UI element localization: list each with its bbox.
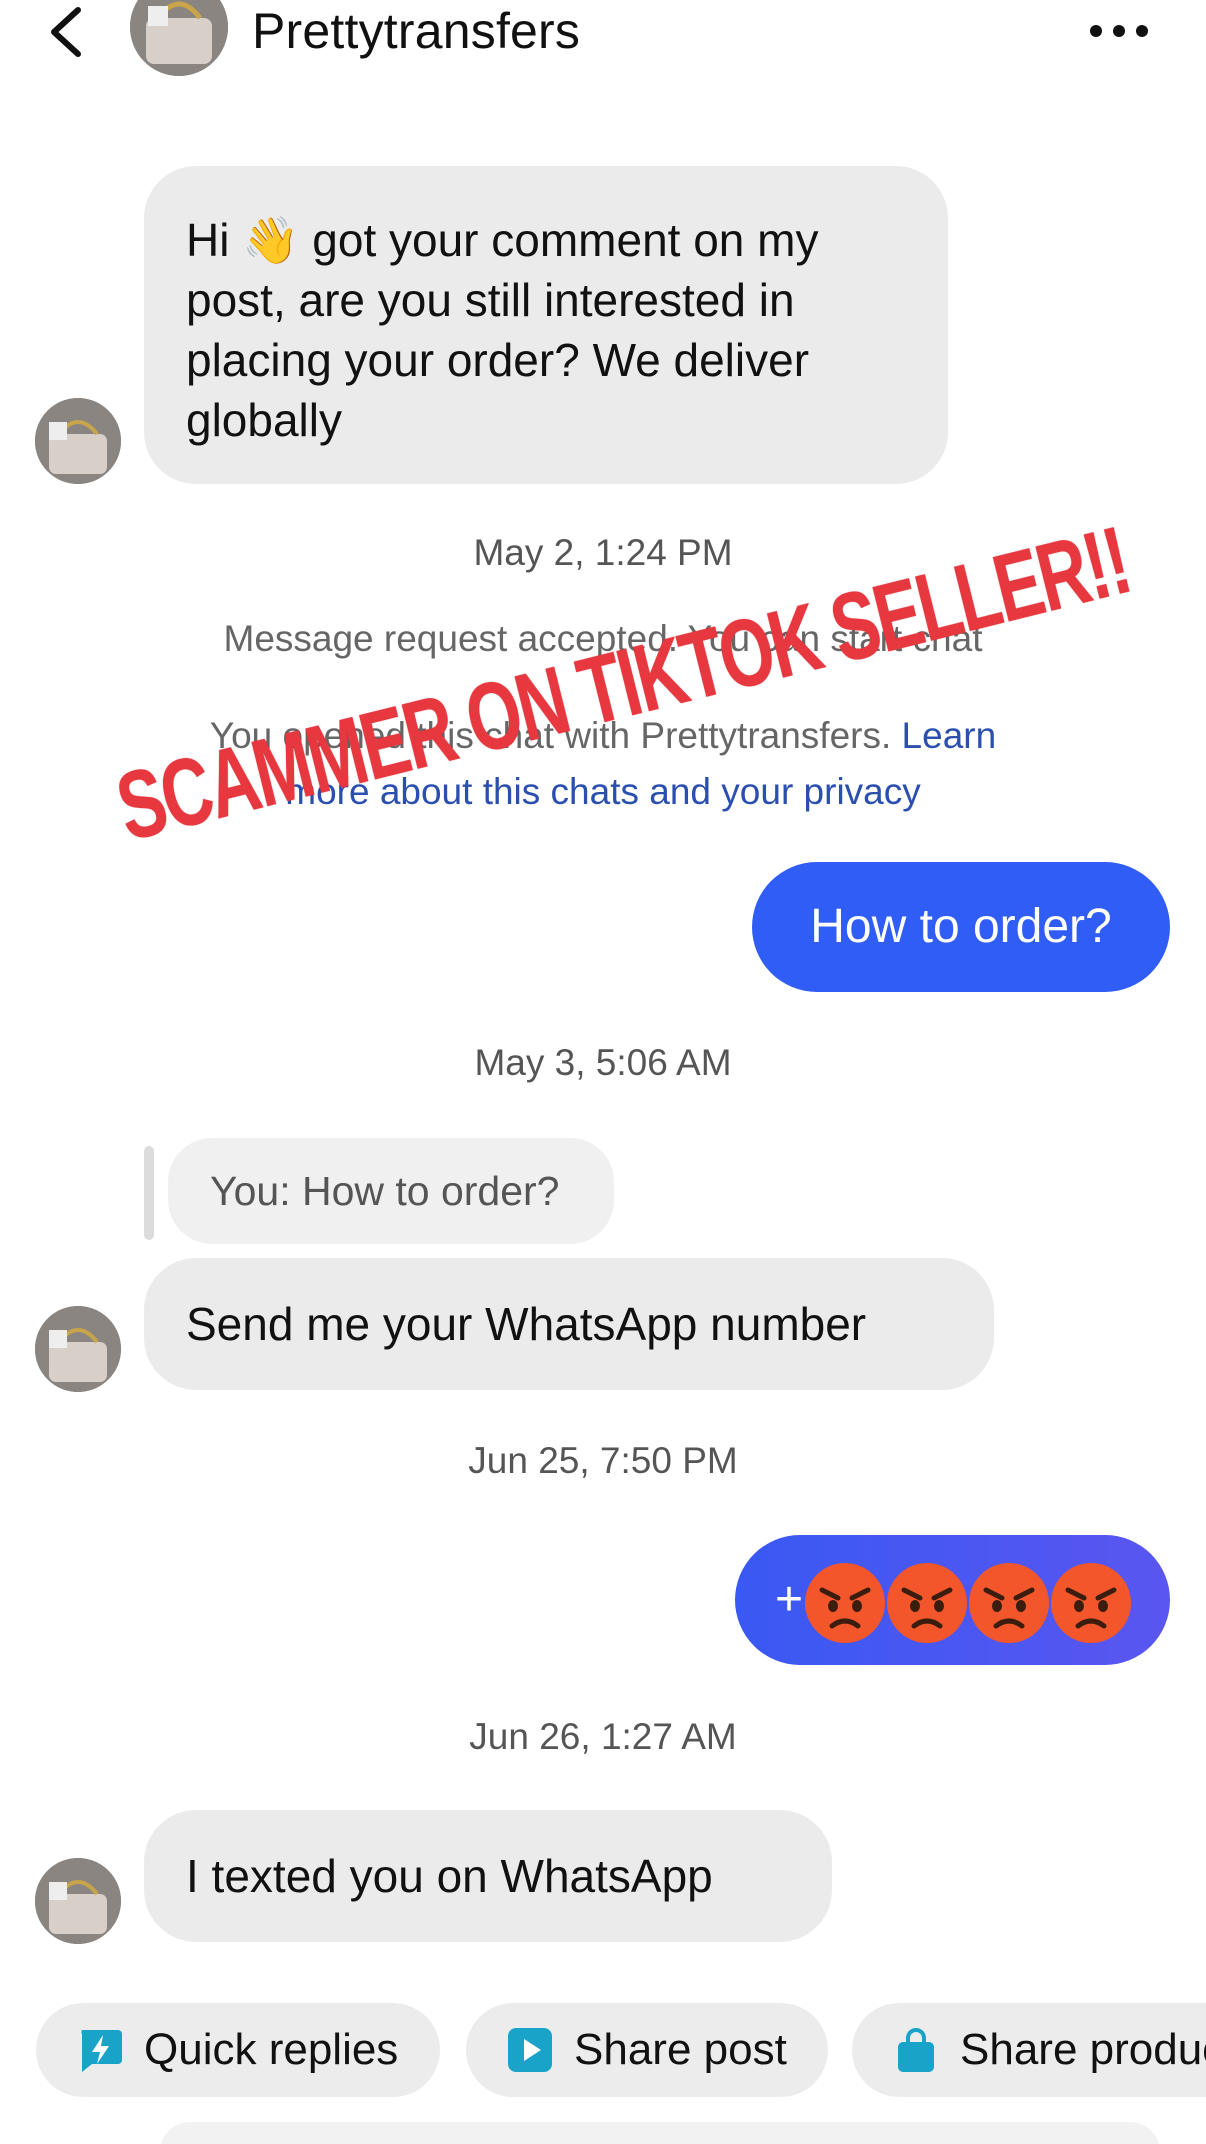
phone-number-prefix: + [775, 1573, 804, 1626]
play-square-icon [508, 2028, 552, 2072]
more-options-button[interactable] [1086, 10, 1152, 52]
message-bubble-incoming[interactable]: I texted you on WhatsApp [144, 1810, 832, 1942]
angry-face-icon [805, 1563, 885, 1643]
message-bubble-outgoing[interactable]: How to order? [752, 862, 1170, 992]
angry-face-icon [969, 1563, 1049, 1643]
quick-replies-button[interactable]: Quick replies [36, 2003, 440, 2097]
message-bubble-incoming[interactable]: Hi 👋 got your comment on my post, are yo… [144, 166, 948, 484]
sender-avatar[interactable] [35, 398, 121, 484]
message-text: How to order? [810, 900, 1112, 953]
reply-indicator [144, 1146, 154, 1240]
share-product-button[interactable]: Share product [852, 2003, 1206, 2097]
learn-more-link[interactable]: Learn [902, 715, 997, 756]
timestamp: Jun 25, 7:50 PM [468, 1440, 738, 1481]
shopping-bag-icon [898, 2028, 934, 2072]
share-post-label: Share post [574, 2025, 787, 2074]
timestamp: Jun 26, 1:27 AM [469, 1716, 737, 1757]
share-product-label: Share product [960, 2025, 1206, 2074]
contact-name[interactable]: Prettytransfers [252, 2, 580, 60]
more-dots-icon [1090, 25, 1148, 37]
lightning-bubble-icon [81, 2030, 122, 2072]
angry-face-icon [1051, 1563, 1131, 1643]
back-button[interactable] [40, 2, 94, 62]
message-text: Hi 👋 got your comment on my post, are yo… [186, 214, 819, 446]
reply-quote[interactable]: You: How to order? [168, 1138, 614, 1244]
quick-replies-label: Quick replies [144, 2025, 399, 2074]
chat-header: Prettytransfers [0, 0, 1206, 76]
share-post-button[interactable]: Share post [466, 2003, 828, 2097]
sender-avatar[interactable] [35, 1858, 121, 1944]
angry-face-icon [887, 1563, 967, 1643]
message-composer[interactable] [160, 2122, 1160, 2144]
chevron-left-icon [51, 7, 81, 57]
sender-avatar[interactable] [35, 1306, 121, 1392]
message-text: Send me your WhatsApp number [186, 1298, 867, 1350]
timestamp: May 3, 5:06 AM [474, 1042, 732, 1083]
contact-avatar[interactable] [130, 0, 228, 76]
message-text: I texted you on WhatsApp [186, 1850, 713, 1902]
message-bubble-incoming[interactable]: Send me your WhatsApp number [144, 1258, 994, 1390]
